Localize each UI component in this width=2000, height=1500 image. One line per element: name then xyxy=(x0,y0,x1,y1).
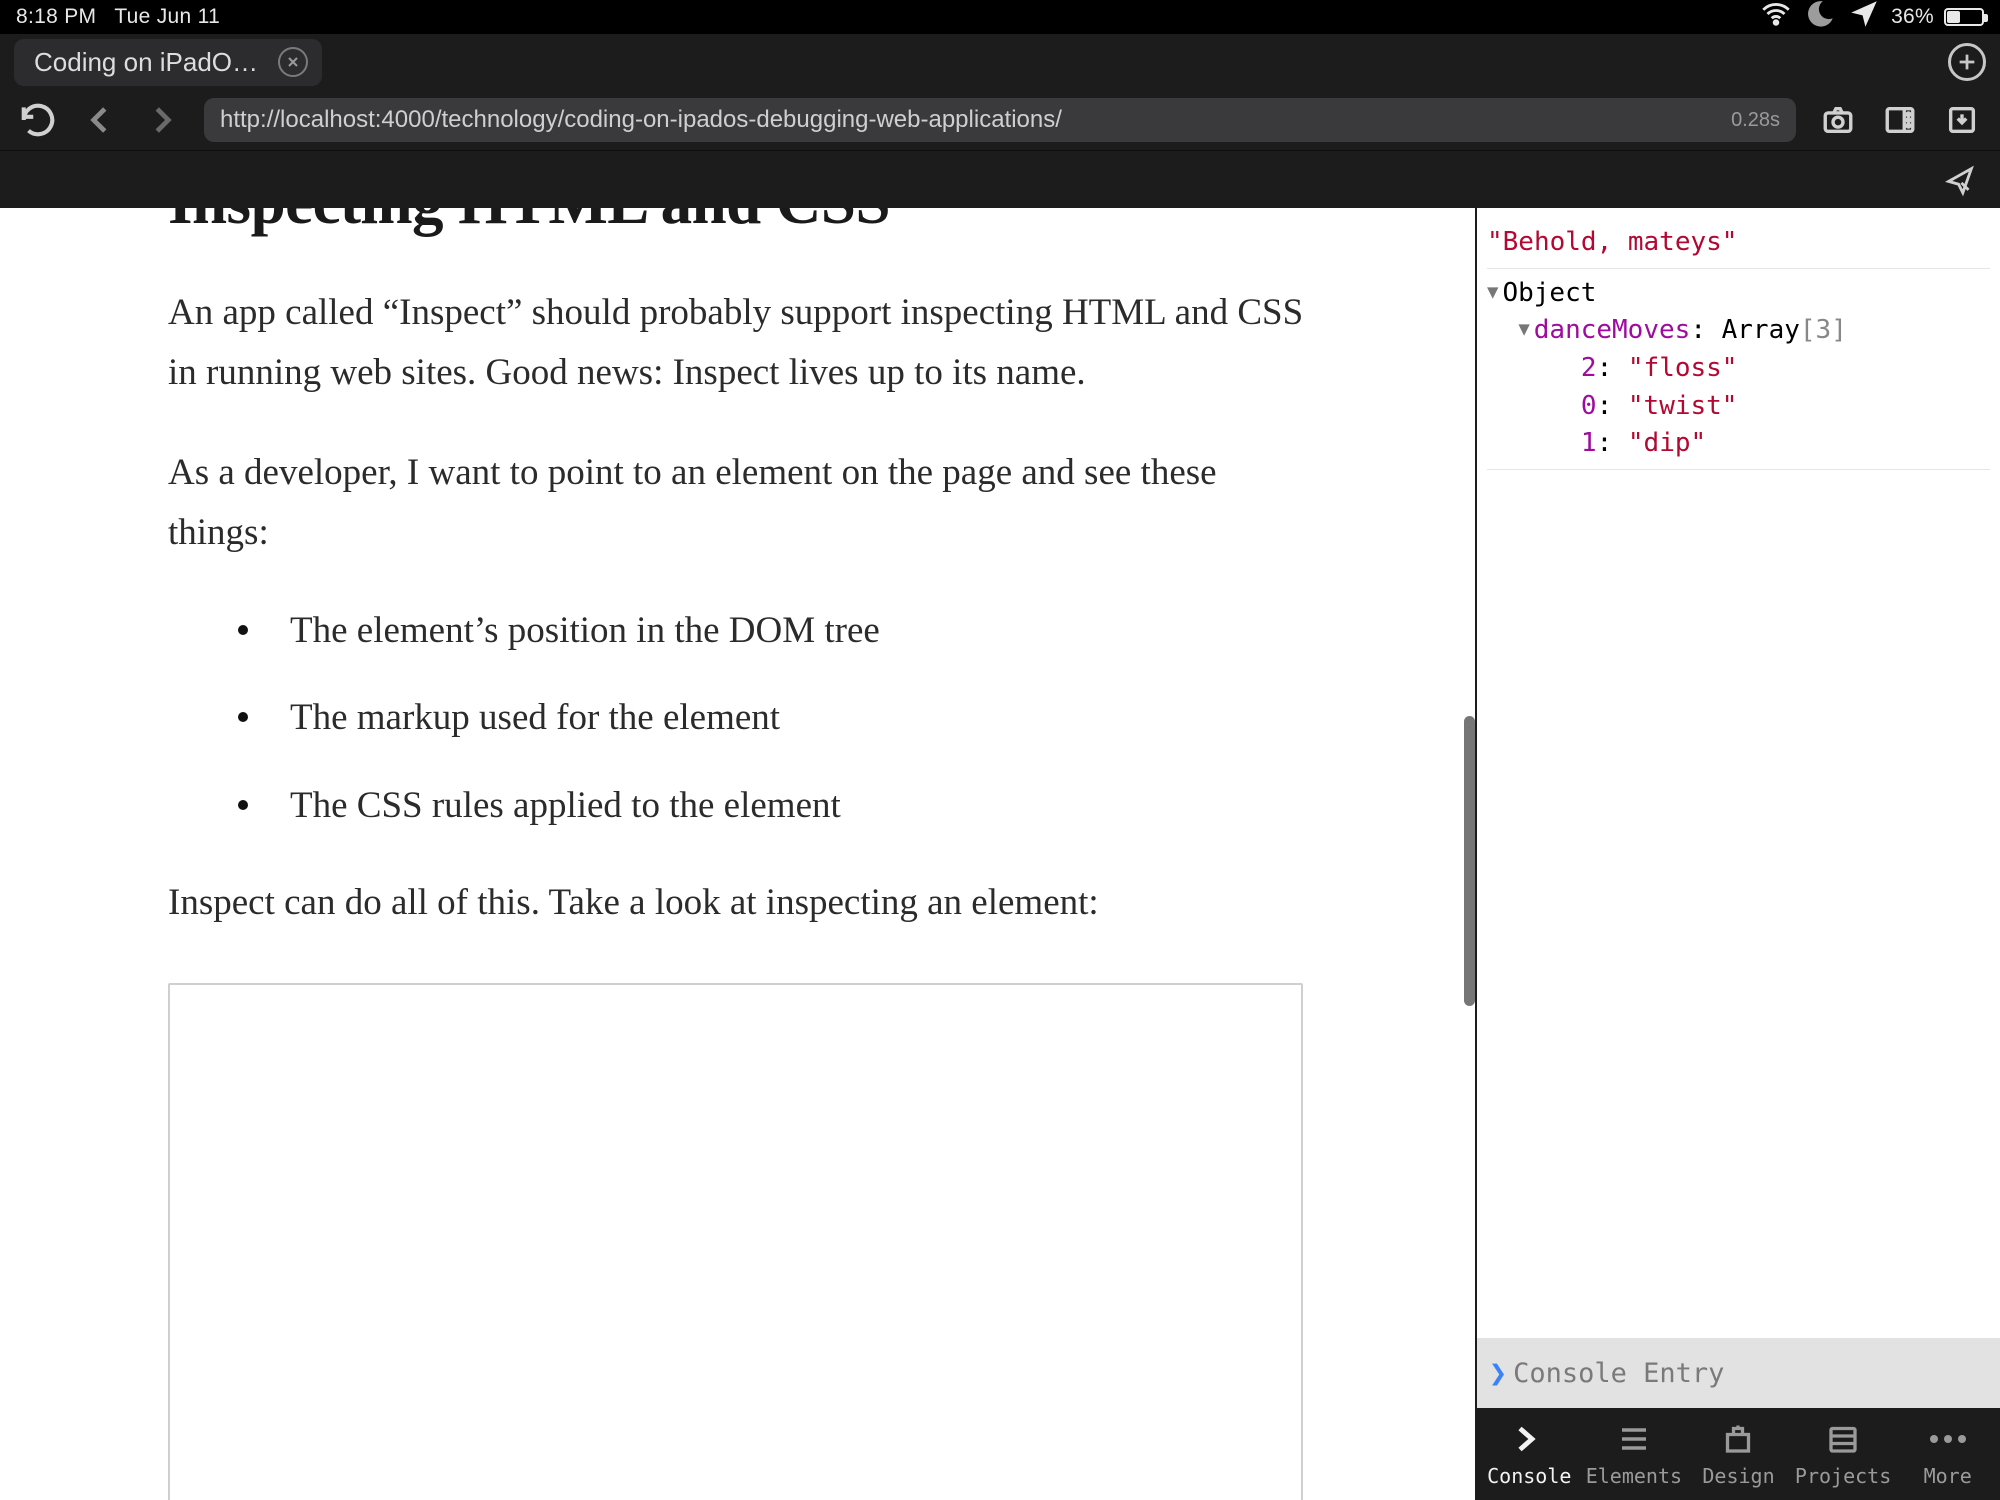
article-paragraph: As a developer, I want to point to an el… xyxy=(168,443,1307,563)
article: Inspecting HTML and CSS An app called “I… xyxy=(0,208,1475,1500)
console-object-label: Object xyxy=(1502,278,1596,308)
back-button[interactable] xyxy=(80,100,120,140)
tab-more[interactable]: More xyxy=(1895,1408,2000,1500)
more-icon xyxy=(1930,1420,1966,1458)
tab-label: Projects xyxy=(1795,1464,1891,1488)
battery-icon xyxy=(1944,8,1984,26)
wifi-icon xyxy=(1759,0,1793,37)
tab-label: Elements xyxy=(1586,1464,1682,1488)
console-type: Array xyxy=(1722,315,1800,345)
list-item: The markup used for the element xyxy=(238,690,1307,746)
toolbar: http://localhost:4000/technology/coding-… xyxy=(0,90,2000,150)
tab-elements[interactable]: Elements xyxy=(1582,1408,1687,1500)
tab-label: Design xyxy=(1702,1464,1774,1488)
tab-console[interactable]: Console xyxy=(1477,1408,1582,1500)
browser-tab[interactable]: Coding on iPadOS: D… xyxy=(14,39,322,86)
new-tab-button[interactable] xyxy=(1948,43,1986,81)
location-icon xyxy=(1847,0,1881,37)
console-index: 2 xyxy=(1581,353,1597,383)
devtools-panel: "Behold, mateys" ▼Object ▼danceMoves: Ar… xyxy=(1475,208,2000,1500)
status-time: 8:18 PM xyxy=(16,5,96,29)
console-input[interactable]: ❯ Console Entry xyxy=(1477,1338,2000,1408)
console-value: "twist" xyxy=(1628,391,1738,421)
chevron-right-icon: ❯ xyxy=(1489,1356,1507,1391)
projects-icon xyxy=(1825,1420,1861,1458)
scrollbar[interactable] xyxy=(1464,716,1475,1006)
article-heading: Inspecting HTML and CSS xyxy=(168,208,1307,239)
tab-label: Console xyxy=(1487,1464,1571,1488)
console-index: 1 xyxy=(1581,428,1597,458)
list-item: The element’s position in the DOM tree xyxy=(238,603,1307,659)
tab-projects[interactable]: Projects xyxy=(1791,1408,1896,1500)
battery-percent: 36% xyxy=(1891,5,1934,29)
reload-button[interactable] xyxy=(18,100,58,140)
tab-label: More xyxy=(1924,1464,1972,1488)
console-prompt-icon xyxy=(1511,1420,1547,1458)
console-log-value: "Behold, mateys" xyxy=(1487,227,1737,257)
close-tab-button[interactable] xyxy=(278,47,308,77)
workspace: Inspecting HTML and CSS An app called “I… xyxy=(0,208,2000,1500)
console-value: "dip" xyxy=(1628,428,1706,458)
secondary-toolbar xyxy=(0,150,2000,208)
list-item: The CSS rules applied to the element xyxy=(238,778,1307,834)
forward-button[interactable] xyxy=(142,100,182,140)
load-timing: 0.28s xyxy=(1731,109,1780,132)
panel-toggle-button[interactable] xyxy=(1880,100,1920,140)
moon-icon xyxy=(1803,0,1837,37)
export-button[interactable] xyxy=(1942,100,1982,140)
tab-title: Coding on iPadOS: D… xyxy=(34,47,264,78)
tab-bar: Coding on iPadOS: D… xyxy=(0,34,2000,90)
console-output[interactable]: "Behold, mateys" ▼Object ▼danceMoves: Ar… xyxy=(1477,208,2000,1338)
design-icon xyxy=(1720,1420,1756,1458)
url-bar[interactable]: http://localhost:4000/technology/coding-… xyxy=(204,98,1796,142)
url-text: http://localhost:4000/technology/coding-… xyxy=(220,106,1062,134)
devtools-tabbar: Console Elements Design Projects More xyxy=(1477,1408,2000,1500)
console-input-placeholder: Console Entry xyxy=(1513,1358,1724,1389)
article-paragraph: Inspect can do all of this. Take a look … xyxy=(168,873,1307,933)
console-index: 0 xyxy=(1581,391,1597,421)
status-bar: 8:18 PM Tue Jun 11 36% xyxy=(0,0,2000,34)
console-value: "floss" xyxy=(1628,353,1738,383)
article-paragraph: An app called “Inspect” should probably … xyxy=(168,283,1307,403)
disclosure-triangle-icon[interactable]: ▼ xyxy=(1487,279,1498,307)
article-list: The element’s position in the DOM tree T… xyxy=(168,603,1307,834)
tab-design[interactable]: Design xyxy=(1686,1408,1791,1500)
disclosure-triangle-icon[interactable]: ▼ xyxy=(1518,316,1529,344)
status-date: Tue Jun 11 xyxy=(114,5,220,29)
inspect-element-button[interactable] xyxy=(1940,160,1980,200)
console-array-length: [3] xyxy=(1800,315,1847,345)
console-key: danceMoves xyxy=(1534,315,1691,345)
screenshot-button[interactable] xyxy=(1818,100,1858,140)
elements-icon xyxy=(1616,1420,1652,1458)
page-viewport[interactable]: Inspecting HTML and CSS An app called “I… xyxy=(0,208,1475,1500)
article-figure-placeholder xyxy=(168,983,1303,1500)
